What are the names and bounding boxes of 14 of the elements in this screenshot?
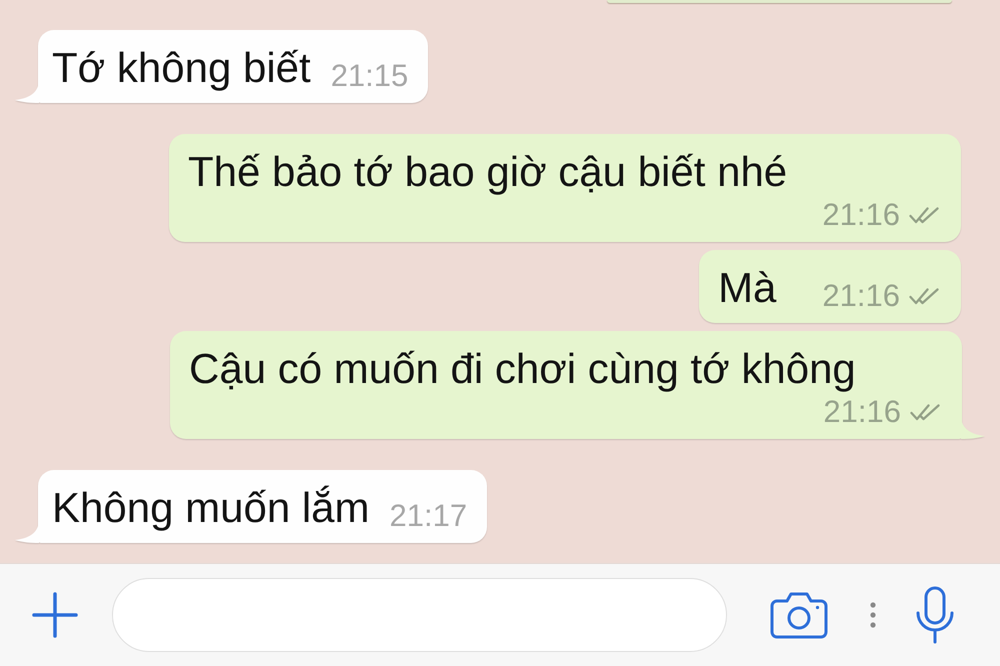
message-time: 21:16	[822, 199, 900, 231]
camera-icon[interactable]	[770, 591, 828, 639]
message-time: 21:16	[822, 280, 900, 312]
message-time: 21:17	[390, 500, 468, 532]
message-time: 21:15	[330, 60, 408, 92]
message-text: Mà	[718, 264, 776, 312]
message-text: Thế bảo tớ bao giờ cậu biết nhé	[188, 148, 788, 196]
more-icon[interactable]	[870, 602, 876, 628]
plus-icon[interactable]	[32, 592, 78, 638]
message-text: Cậu có muốn đi chơi cùng tớ không	[189, 345, 856, 393]
microphone-icon[interactable]	[915, 586, 955, 644]
message-text: Tớ không biết	[52, 44, 311, 92]
message-time: 21:16	[823, 396, 901, 428]
message-text: Không muốn lắm	[52, 484, 370, 532]
